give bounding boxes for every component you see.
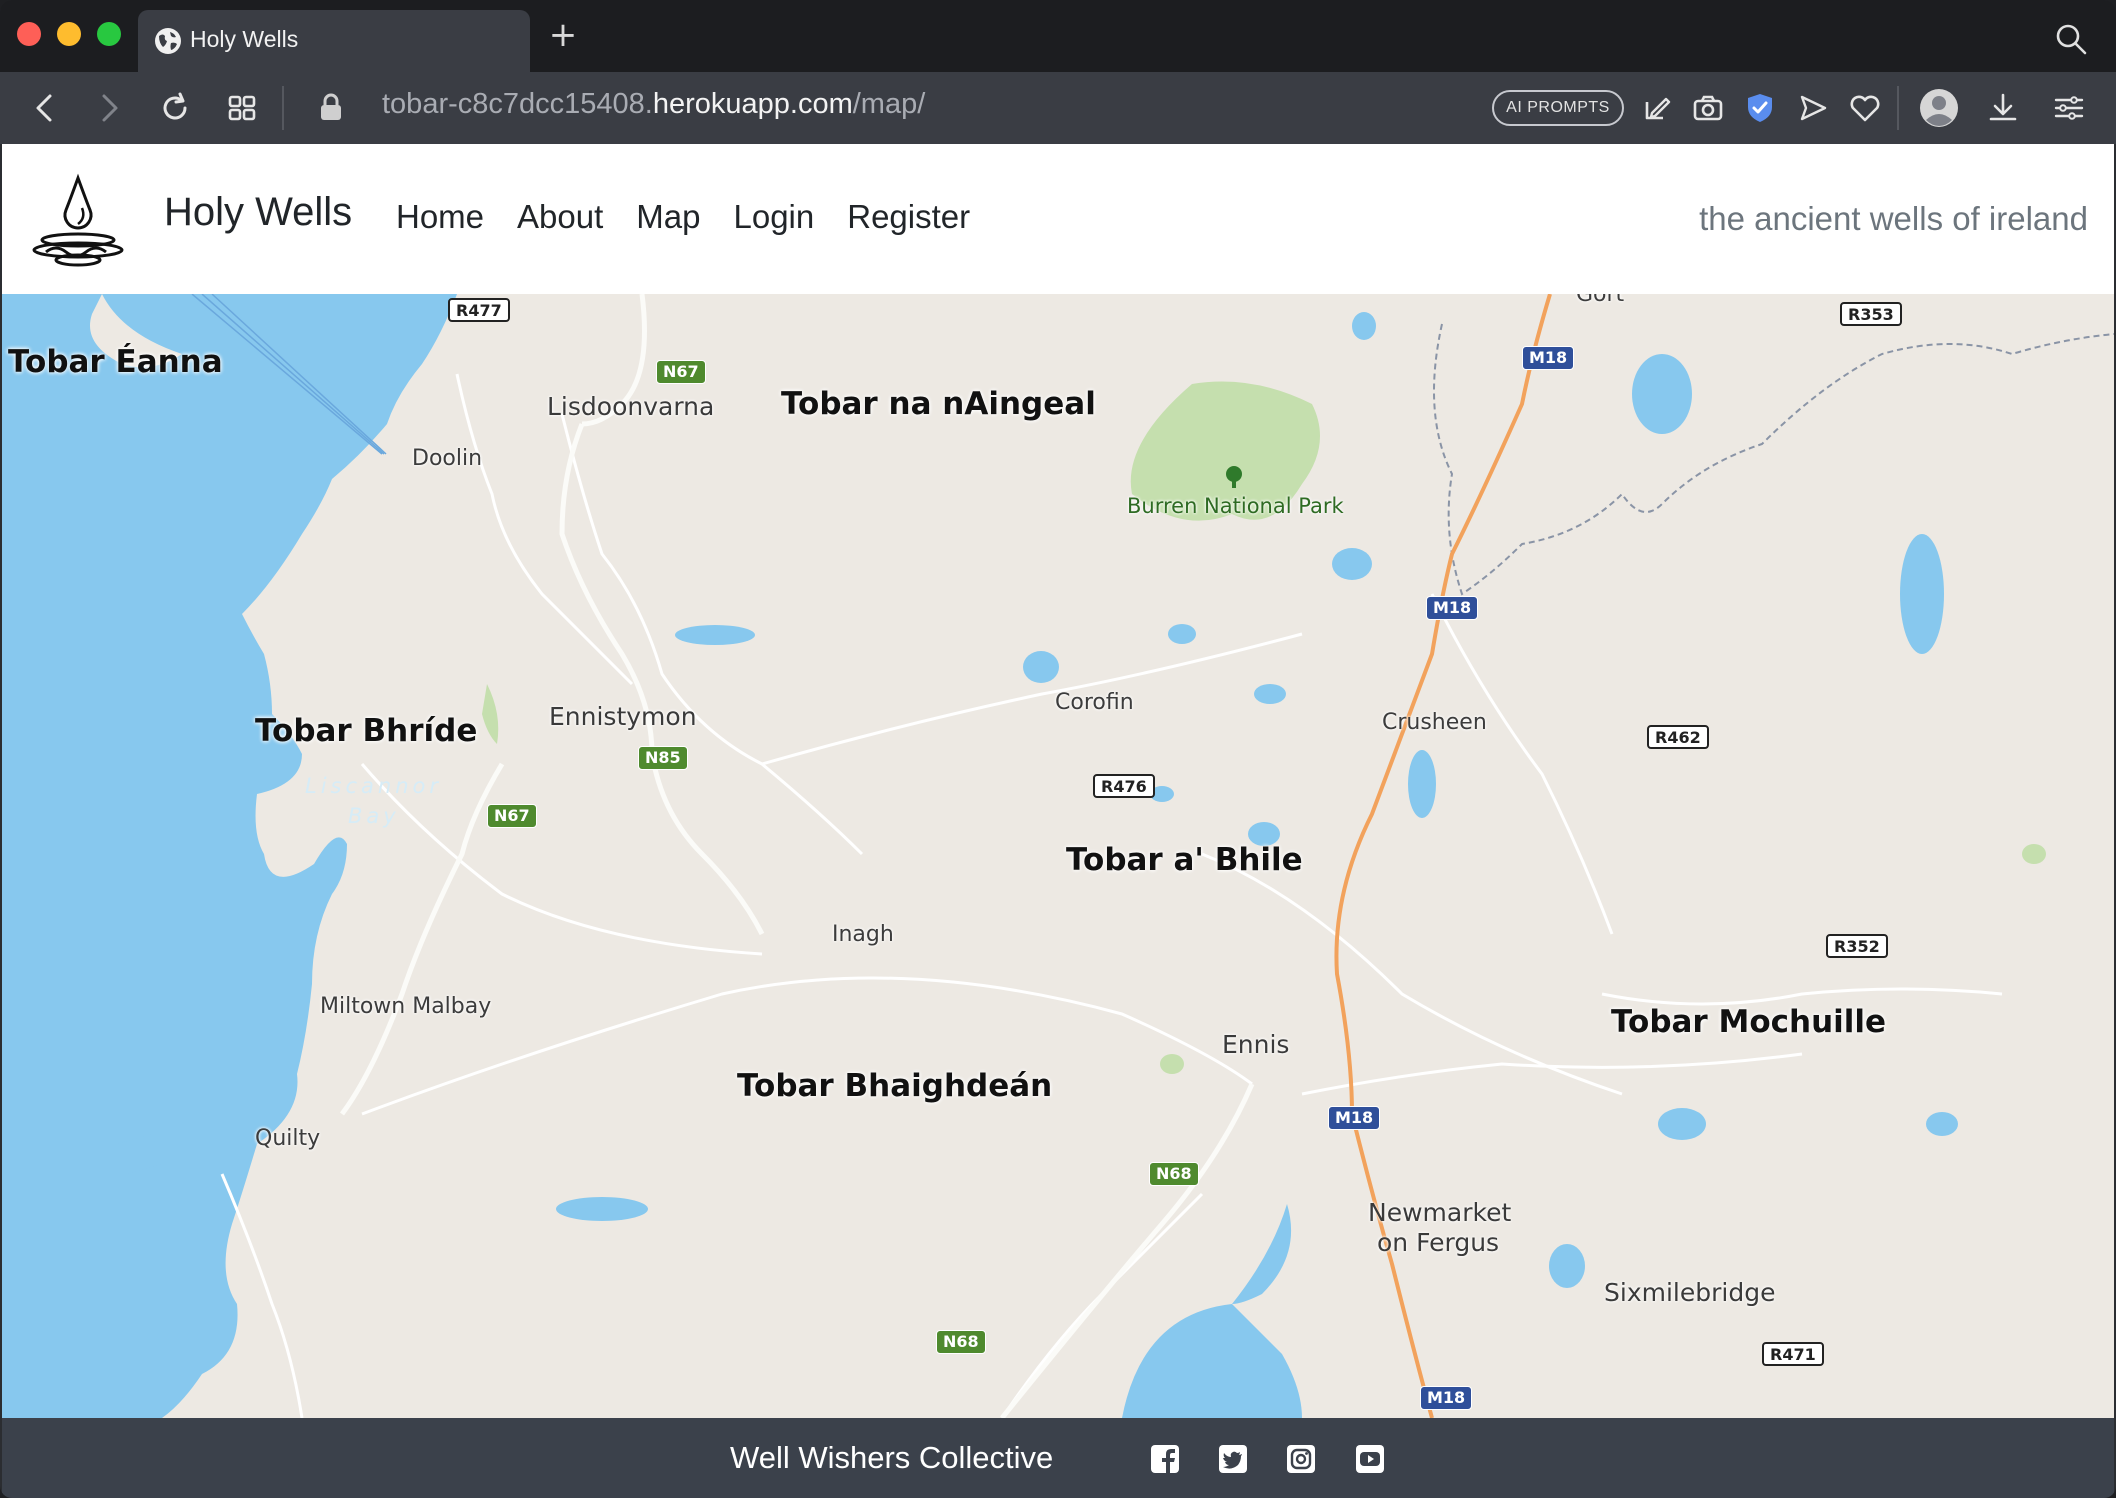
- send-icon[interactable]: [1794, 89, 1832, 127]
- main-nav: Home About Map Login Register: [396, 198, 970, 236]
- nav-map[interactable]: Map: [636, 198, 700, 236]
- well-label-tobar-bhride[interactable]: Tobar Bhríde: [255, 713, 477, 749]
- well-label-tobar-bhaighdean[interactable]: Tobar Bhaighdeán: [737, 1068, 1052, 1104]
- nav-home[interactable]: Home: [396, 198, 484, 236]
- road-shield: R477: [448, 298, 510, 322]
- well-label-tobar-a-bhile[interactable]: Tobar a' Bhile: [1066, 842, 1303, 878]
- map-base-layer: [2, 294, 2114, 1418]
- toolbar-separator: [282, 86, 284, 130]
- road-shield: R352: [1826, 934, 1888, 958]
- tab-strip: Holy Wells +: [0, 0, 2116, 72]
- town-label: Gort: [1576, 294, 1625, 307]
- url-host-prefix: tobar-c8c7dcc15408.: [382, 88, 653, 120]
- site-footer: Well Wishers Collective: [2, 1418, 2114, 1498]
- youtube-icon[interactable]: [1355, 1444, 1385, 1474]
- site-header: Holy Wells Home About Map Login Register…: [2, 144, 2114, 294]
- road-shield: N85: [638, 746, 688, 770]
- town-label: Newmarket: [1368, 1198, 1512, 1227]
- browser-toolbar: tobar-c8c7dcc15408.herokuapp.com/map/ AI…: [0, 72, 2116, 144]
- back-icon[interactable]: [26, 89, 64, 127]
- town-label: Ennis: [1222, 1030, 1290, 1059]
- town-label: on Fergus: [1377, 1228, 1500, 1257]
- new-tab-button[interactable]: +: [548, 18, 578, 52]
- instagram-icon[interactable]: [1286, 1444, 1316, 1474]
- well-label-tobar-mochuille[interactable]: Tobar Mochuille: [1611, 1004, 1886, 1040]
- town-label: Lisdoonvarna: [547, 392, 715, 421]
- site-title[interactable]: Holy Wells: [164, 190, 352, 235]
- minimize-window-button[interactable]: [57, 22, 81, 46]
- town-label: Inagh: [832, 922, 894, 947]
- town-label: Ennistymon: [549, 702, 697, 731]
- address-bar[interactable]: tobar-c8c7dcc15408.herokuapp.com/map/: [382, 88, 925, 121]
- road-shield: N68: [936, 1330, 986, 1354]
- road-shield: R476: [1093, 774, 1155, 798]
- facebook-icon[interactable]: [1150, 1444, 1180, 1474]
- tab-search-icon[interactable]: [2054, 22, 2088, 56]
- road-shield: M18: [1420, 1386, 1473, 1410]
- road-shield: R353: [1840, 302, 1902, 326]
- shield-check-icon[interactable]: [1741, 89, 1779, 127]
- browser-tab-active[interactable]: Holy Wells: [138, 10, 530, 72]
- globe-icon: [155, 28, 181, 54]
- lock-icon: [321, 93, 341, 120]
- map-view[interactable]: Tobar Éanna Tobar na nAingeal Tobar Bhrí…: [2, 294, 2114, 1418]
- town-label: Doolin: [412, 446, 483, 471]
- ai-prompts-button[interactable]: AI PROMPTS: [1492, 90, 1624, 126]
- url-path: /map/: [852, 88, 926, 120]
- road-shield: N67: [656, 360, 706, 384]
- road-shield: M18: [1426, 596, 1479, 620]
- bay-label: Liscannor: [305, 774, 442, 798]
- well-label-tobar-na-naingeal[interactable]: Tobar na nAingeal: [781, 386, 1096, 422]
- tab-title: Holy Wells: [190, 26, 299, 52]
- twitter-icon[interactable]: [1218, 1444, 1248, 1474]
- park-label: Burren National Park: [1127, 494, 1344, 518]
- bay-label: Bay: [348, 804, 400, 828]
- heart-icon[interactable]: [1846, 89, 1884, 127]
- download-icon[interactable]: [1984, 89, 2022, 127]
- road-shield: R471: [1762, 1342, 1824, 1366]
- town-label: Miltown Malbay: [320, 994, 492, 1019]
- nav-about[interactable]: About: [517, 198, 603, 236]
- town-label: Crusheen: [1382, 710, 1487, 735]
- camera-icon[interactable]: [1689, 89, 1727, 127]
- footer-title: Well Wishers Collective: [730, 1440, 1054, 1475]
- toolbar-separator: [1897, 86, 1899, 130]
- town-label: Corofin: [1055, 690, 1134, 715]
- road-shield: N68: [1149, 1162, 1199, 1186]
- reload-icon[interactable]: [156, 89, 194, 127]
- well-drop-logo[interactable]: [26, 170, 130, 270]
- url-host-domain: herokuapp.com: [652, 88, 853, 120]
- zoom-window-button[interactable]: [97, 22, 121, 46]
- road-shield: M18: [1522, 346, 1575, 370]
- nav-register[interactable]: Register: [847, 198, 970, 236]
- browser-window: Holy Wells + tobar-c8c7dcc15408.herokuap…: [0, 0, 2116, 1498]
- well-label-tobar-eanna[interactable]: Tobar Éanna: [8, 344, 223, 380]
- tab-overview-icon[interactable]: [223, 89, 261, 127]
- site-tagline: the ancient wells of ireland: [1699, 200, 2088, 237]
- forward-icon[interactable]: [90, 89, 128, 127]
- profile-avatar-icon[interactable]: [1919, 88, 1959, 128]
- menu-settings-icon[interactable]: [2050, 89, 2088, 127]
- edit-share-icon[interactable]: [1638, 89, 1676, 127]
- close-window-button[interactable]: [17, 22, 41, 46]
- town-label: Quilty: [255, 1126, 321, 1151]
- road-shield: R462: [1647, 725, 1709, 749]
- nav-login[interactable]: Login: [733, 198, 814, 236]
- road-shield: M18: [1328, 1106, 1381, 1130]
- town-label: Sixmilebridge: [1604, 1278, 1776, 1307]
- road-shield: N67: [487, 804, 537, 828]
